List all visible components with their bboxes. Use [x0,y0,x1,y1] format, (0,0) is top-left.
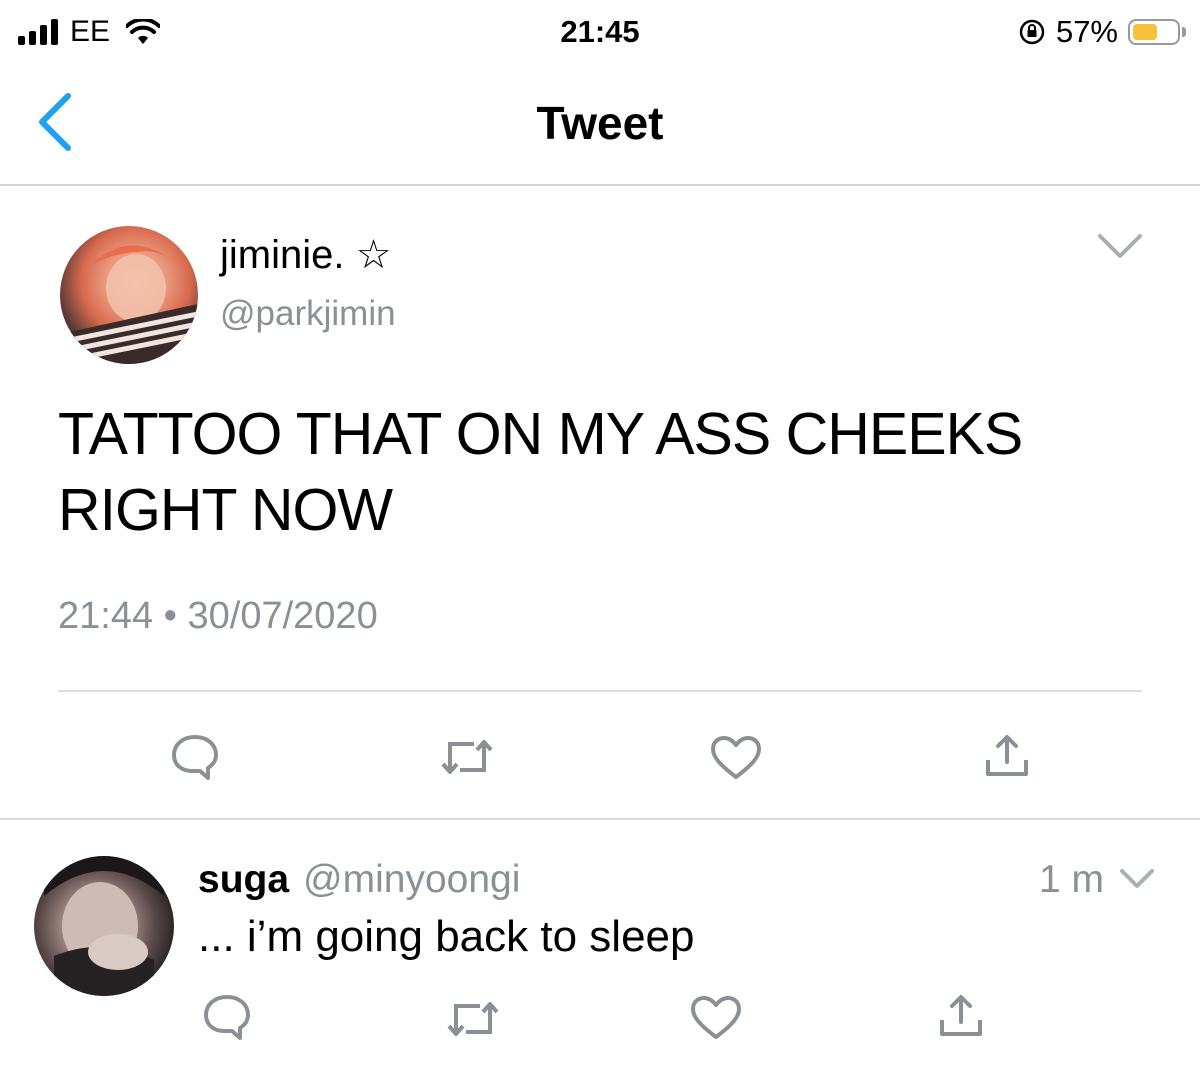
reply-avatar[interactable] [34,856,174,996]
display-name: jiminie. ☆ [220,233,392,277]
chevron-down-icon[interactable] [1118,866,1156,892]
tweet-author-name[interactable]: jiminie. ☆ [220,232,391,278]
like-icon[interactable] [690,996,742,1040]
battery-level-fill [1133,24,1157,40]
nav-divider [0,184,1200,186]
tweet-timestamp: 21:44 • 30/07/2020 [58,595,378,637]
reply-time: 1 m [1038,858,1104,901]
avatar-photo-placeholder [44,856,164,996]
tweet-text: TATTOO THAT ON MY ASS CHEEKS RIGHT NOW [58,401,1023,543]
tweet-author-handle[interactable]: @parkjimin [220,294,396,334]
section-divider [0,818,1200,820]
reply-handle: @minyoongi [303,858,521,901]
like-icon[interactable] [710,736,762,780]
share-icon[interactable] [938,994,984,1038]
share-icon[interactable] [984,734,1030,778]
battery-icon [1128,19,1180,45]
orientation-lock-icon [1019,19,1045,45]
reply-icon[interactable] [202,994,252,1040]
avatar[interactable] [60,226,198,364]
avatar-photo-placeholder [60,245,198,364]
retweet-icon[interactable] [440,736,494,778]
chevron-down-icon[interactable] [1096,230,1144,262]
reply-author[interactable]: suga @minyoongi [198,858,520,902]
reply-icon[interactable] [170,734,220,780]
battery-tip [1182,27,1186,37]
status-bar-right: 57% [1018,12,1186,52]
reply-display-name: suga [198,858,290,901]
page-title: Tweet [536,97,664,149]
retweet-icon[interactable] [446,998,500,1040]
meta-divider [58,690,1142,692]
battery-percent: 57% [1055,14,1118,49]
reply-text: ... i’m going back to sleep [198,912,695,961]
